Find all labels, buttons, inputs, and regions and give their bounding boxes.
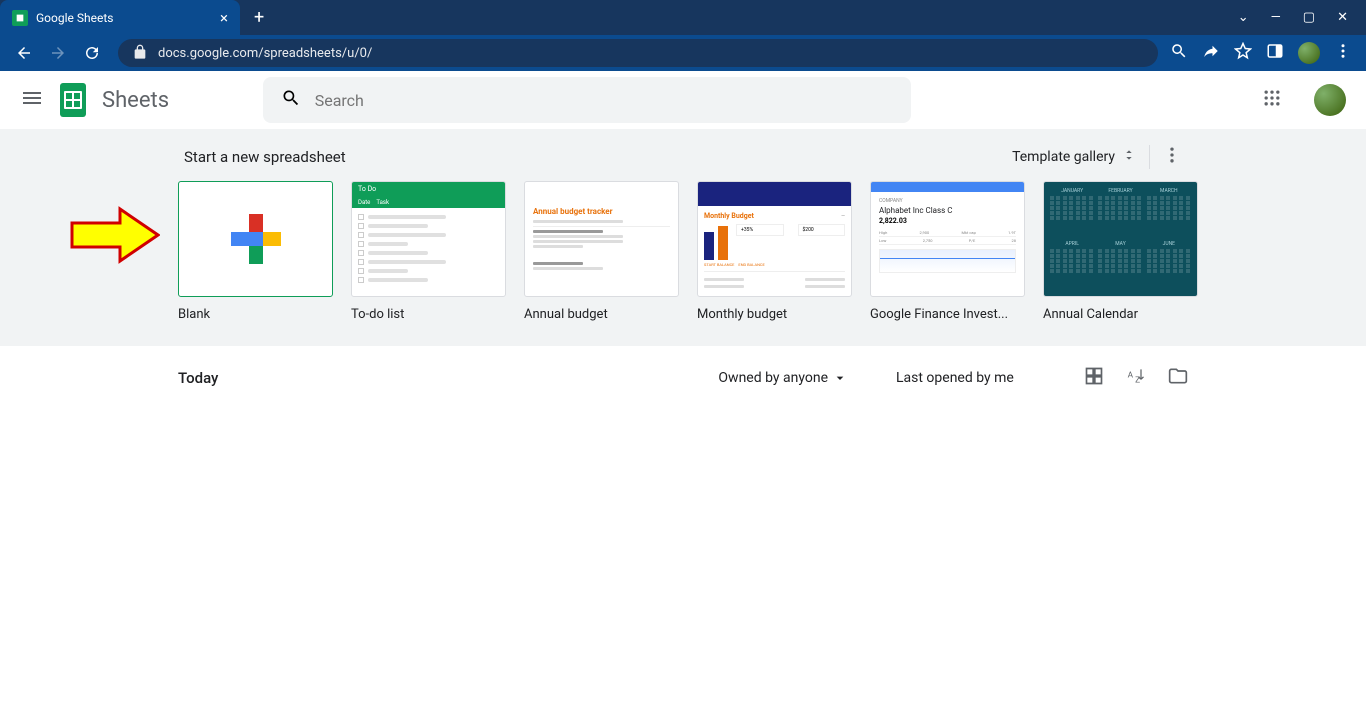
- templates-header: Start a new spreadsheet Template gallery: [178, 145, 1188, 169]
- sheets-app: Sheets Start a new spreadsheet Template …: [0, 71, 1366, 410]
- plus-icon: [231, 214, 281, 264]
- search-icon: [281, 88, 301, 112]
- template-calendar[interactable]: JANUARYFEBRUARYMARCHAPRILMAYJUNE Annual …: [1043, 181, 1198, 322]
- template-label: Monthly budget: [697, 307, 852, 322]
- back-button[interactable]: [10, 39, 38, 67]
- template-thumb-todo: To Do Date Task: [351, 181, 506, 297]
- search-input[interactable]: [315, 91, 893, 110]
- todo-thumb-tab: Task: [376, 199, 389, 206]
- template-gallery-link[interactable]: Template gallery: [1012, 147, 1137, 167]
- svg-text:A: A: [1128, 371, 1134, 381]
- files-today-label: Today: [178, 369, 218, 387]
- finance-thumb-price: 2,822.03: [879, 217, 1016, 225]
- separator: [1149, 145, 1150, 169]
- template-todo[interactable]: To Do Date Task: [351, 181, 506, 322]
- template-gallery-label: Template gallery: [1012, 149, 1115, 165]
- search-box[interactable]: [263, 77, 911, 123]
- tab-close-icon[interactable]: ×: [220, 9, 228, 27]
- minimize-icon[interactable]: —: [1271, 10, 1281, 25]
- files-view-icons: AZ: [1084, 366, 1188, 390]
- address-bar-actions: [1170, 42, 1356, 64]
- bookmark-icon[interactable]: [1234, 42, 1252, 64]
- sort-az-icon[interactable]: AZ: [1126, 366, 1146, 390]
- browser-tab[interactable]: Google Sheets ×: [0, 0, 240, 35]
- main-menu-icon[interactable]: [20, 86, 44, 114]
- google-apps-icon[interactable]: [1262, 88, 1282, 112]
- sheets-favicon: [12, 10, 28, 26]
- templates-title: Start a new spreadsheet: [184, 148, 346, 166]
- zoom-icon[interactable]: [1170, 42, 1188, 64]
- url-box[interactable]: docs.google.com/spreadsheets/u/0/: [118, 39, 1158, 67]
- template-monthly-budget[interactable]: Monthly Budget — +35% $200: [697, 181, 852, 322]
- owner-filter[interactable]: Owned by anyone: [718, 370, 848, 386]
- tab-title: Google Sheets: [36, 11, 113, 25]
- reload-button[interactable]: [78, 39, 106, 67]
- new-tab-button[interactable]: +: [254, 7, 264, 28]
- tab-bar: Google Sheets × + ⌄ — ▢ ✕: [0, 0, 1366, 35]
- template-thumb-annual: Annual budget tracker: [524, 181, 679, 297]
- window-controls: ⌄ — ▢ ✕: [1238, 10, 1366, 25]
- template-label: Annual Calendar: [1043, 307, 1198, 322]
- templates-more-icon[interactable]: [1162, 145, 1182, 169]
- template-finance[interactable]: COMPANY Alphabet Inc Class C 2,822.03 Hi…: [870, 181, 1025, 322]
- app-header: Sheets: [0, 71, 1366, 129]
- browser-menu-icon[interactable]: [1334, 42, 1352, 64]
- unfold-icon: [1121, 147, 1137, 167]
- folder-icon[interactable]: [1168, 366, 1188, 390]
- todo-thumb-tab: Date: [358, 199, 370, 206]
- template-row: Blank To Do Date Task: [178, 181, 1188, 322]
- finance-thumb-label: COMPANY: [879, 198, 1016, 204]
- template-annual-budget[interactable]: Annual budget tracker Annual bu: [524, 181, 679, 322]
- address-bar: docs.google.com/spreadsheets/u/0/: [0, 35, 1366, 71]
- template-thumb-calendar: JANUARYFEBRUARYMARCHAPRILMAYJUNE: [1043, 181, 1198, 297]
- template-blank[interactable]: Blank: [178, 181, 333, 322]
- monthly-thumb-pct: +35%: [741, 227, 753, 233]
- close-window-icon[interactable]: ✕: [1337, 10, 1348, 25]
- annual-thumb-title: Annual budget tracker: [533, 207, 670, 216]
- browser-profile-avatar[interactable]: [1298, 42, 1320, 64]
- template-label: Annual budget: [524, 307, 679, 322]
- forward-button[interactable]: [44, 39, 72, 67]
- template-label: Google Finance Invest...: [870, 307, 1025, 322]
- maximize-icon[interactable]: ▢: [1303, 10, 1315, 25]
- app-title: Sheets: [102, 88, 169, 113]
- sort-label[interactable]: Last opened by me: [896, 370, 1014, 386]
- templates-section: Start a new spreadsheet Template gallery: [0, 129, 1366, 346]
- url-text: docs.google.com/spreadsheets/u/0/: [158, 46, 372, 61]
- browser-chrome: Google Sheets × + ⌄ — ▢ ✕ docs.google.co…: [0, 0, 1366, 71]
- tab-search-icon[interactable]: ⌄: [1238, 10, 1249, 25]
- todo-thumb-header: To Do: [358, 185, 376, 193]
- template-thumb-finance: COMPANY Alphabet Inc Class C 2,822.03 Hi…: [870, 181, 1025, 297]
- sheets-logo-icon: [60, 83, 86, 117]
- template-label: Blank: [178, 307, 333, 322]
- monthly-thumb-amt: $200: [803, 227, 814, 233]
- files-section: Today Owned by anyone Last opened by me …: [0, 346, 1366, 410]
- grid-view-icon[interactable]: [1084, 366, 1104, 390]
- account-avatar[interactable]: [1314, 84, 1346, 116]
- lock-icon: [132, 44, 148, 63]
- template-thumb-blank: [178, 181, 333, 297]
- finance-thumb-name: Alphabet Inc Class C: [879, 206, 1016, 215]
- template-thumb-monthly: Monthly Budget — +35% $200: [697, 181, 852, 297]
- owner-filter-label: Owned by anyone: [718, 370, 828, 386]
- monthly-thumb-title: Monthly Budget: [704, 212, 754, 220]
- template-label: To-do list: [351, 307, 506, 322]
- share-icon[interactable]: [1202, 42, 1220, 64]
- side-panel-icon[interactable]: [1266, 42, 1284, 64]
- annotation-arrow-icon: [70, 205, 160, 269]
